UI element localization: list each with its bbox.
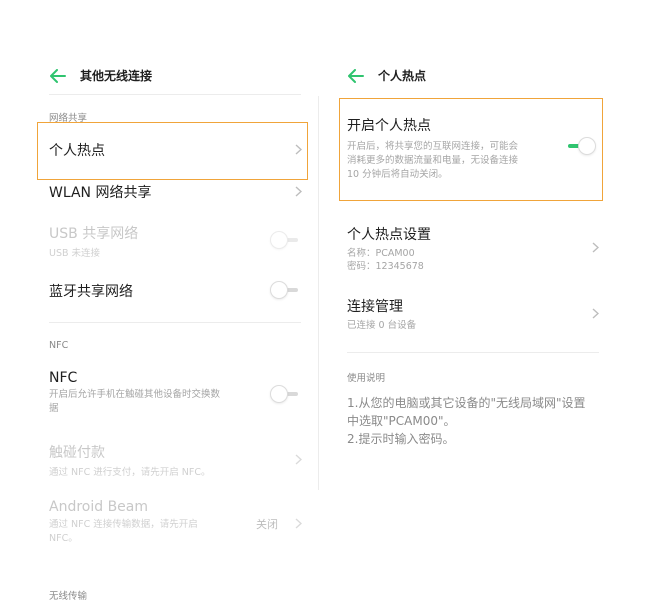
chevron-right-icon [295, 518, 302, 529]
chevron-right-icon [295, 186, 302, 197]
wlan-share-row[interactable]: WLAN 网络共享 [49, 182, 151, 202]
enable-hotspot-row[interactable]: 开启个人热点 开启后，将共享您的互联网连接，可能会 消耗更多的数据流量和电量，无… [347, 115, 552, 182]
usage-divider [347, 352, 599, 353]
nfc-sub: 开启后允许手机在触碰其他设备时交换数 据 [49, 388, 254, 416]
panel-divider [318, 96, 319, 490]
nfc-label: NFC [49, 370, 78, 386]
page-title: 其他无线连接 [80, 68, 153, 83]
android-beam-sub-line2: NFC。 [49, 533, 78, 544]
enable-hotspot-toggle[interactable] [566, 137, 596, 155]
usb-share-sub: USB 未连接 [49, 248, 101, 259]
connection-manage-sub: 已连接 0 台设备 [347, 320, 417, 331]
hotspot-highlight [37, 122, 308, 180]
section-wireless: 无线传输 [49, 591, 88, 602]
usage-line3: 2.提示时输入密码。 [347, 432, 455, 446]
chevron-right-icon [592, 308, 599, 319]
left-panel: 其他无线连接 网络共享 个人热点 WLAN 网络共享 USB 共享网络 USB … [34, 0, 314, 602]
android-beam-value: 关闭 [256, 518, 278, 531]
section-nfc: NFC [49, 340, 69, 351]
enable-hotspot-desc: 开启后，将共享您的互联网连接，可能会 消耗更多的数据流量和电量，无设备连接 10… [347, 140, 552, 182]
android-beam-sub: 通过 NFC 连接传输数据，请先开启 NFC。 [49, 518, 239, 546]
back-arrow-icon[interactable] [348, 68, 364, 83]
nfc-toggle[interactable] [270, 385, 300, 403]
back-arrow-icon[interactable] [50, 68, 66, 83]
touch-pay-row[interactable]: 触碰付款 通过 NFC 进行支付，请先开启 NFC。 [49, 442, 210, 480]
section-divider [49, 322, 301, 323]
android-beam-row[interactable]: Android Beam 通过 NFC 连接传输数据，请先开启 NFC。 [49, 499, 239, 546]
enable-hotspot-desc-line3: 10 分钟后将自动关闭。 [347, 169, 448, 180]
usb-share-toggle[interactable] [270, 231, 300, 249]
chevron-right-icon [592, 242, 599, 253]
header-divider [49, 94, 301, 95]
connection-manage-row[interactable]: 连接管理 已连接 0 台设备 [347, 296, 416, 333]
hotspot-settings-sub: 名称：PCAM00 密码：12345678 [347, 247, 431, 273]
enable-hotspot-label: 开启个人热点 [347, 118, 431, 134]
bt-share-row[interactable]: 蓝牙共享网络 [49, 281, 133, 301]
usage-header: 使用说明 [347, 373, 386, 384]
hotspot-password: 密码：12345678 [347, 261, 424, 272]
usb-share-label: USB 共享网络 [49, 226, 139, 242]
usage-text: 1.从您的电脑或其它设备的"无线局域网"设置 中选取"PCAM00"。 2.提示… [347, 394, 609, 448]
usage-line1: 1.从您的电脑或其它设备的"无线局域网"设置 [347, 396, 586, 410]
hotspot-settings-row[interactable]: 个人热点设置 名称：PCAM00 密码：12345678 [347, 224, 431, 273]
usage-line2: 中选取"PCAM00"。 [347, 414, 456, 428]
touch-pay-label: 触碰付款 [49, 445, 105, 461]
hotspot-settings-label: 个人热点设置 [347, 227, 431, 243]
nfc-sub-line1: 开启后允许手机在触碰其他设备时交换数 [49, 389, 221, 400]
chevron-right-icon [295, 454, 302, 465]
bt-share-toggle[interactable] [270, 281, 300, 299]
connection-manage-label: 连接管理 [347, 299, 403, 315]
touch-pay-sub: 通过 NFC 进行支付，请先开启 NFC。 [49, 467, 211, 478]
bt-share-label: 蓝牙共享网络 [49, 284, 133, 300]
wlan-share-label: WLAN 网络共享 [49, 185, 152, 201]
right-panel: 个人热点 开启个人热点 开启后，将共享您的互联网连接，可能会 消耗更多的数据流量… [336, 0, 611, 602]
android-beam-label: Android Beam [49, 499, 149, 515]
usb-share-row[interactable]: USB 共享网络 USB 未连接 [49, 223, 138, 261]
enable-hotspot-desc-line1: 开启后，将共享您的互联网连接，可能会 [347, 141, 519, 152]
page-title: 个人热点 [378, 68, 427, 83]
hotspot-name: 名称：PCAM00 [347, 248, 415, 259]
right-header: 个人热点 [348, 64, 426, 86]
android-beam-sub-line1: 通过 NFC 连接传输数据，请先开启 [49, 519, 198, 530]
nfc-sub-line2: 据 [49, 403, 59, 414]
enable-hotspot-desc-line2: 消耗更多的数据流量和电量，无设备连接 [347, 155, 519, 166]
left-header: 其他无线连接 [50, 64, 152, 86]
nfc-row[interactable]: NFC 开启后允许手机在触碰其他设备时交换数 据 [49, 370, 254, 416]
